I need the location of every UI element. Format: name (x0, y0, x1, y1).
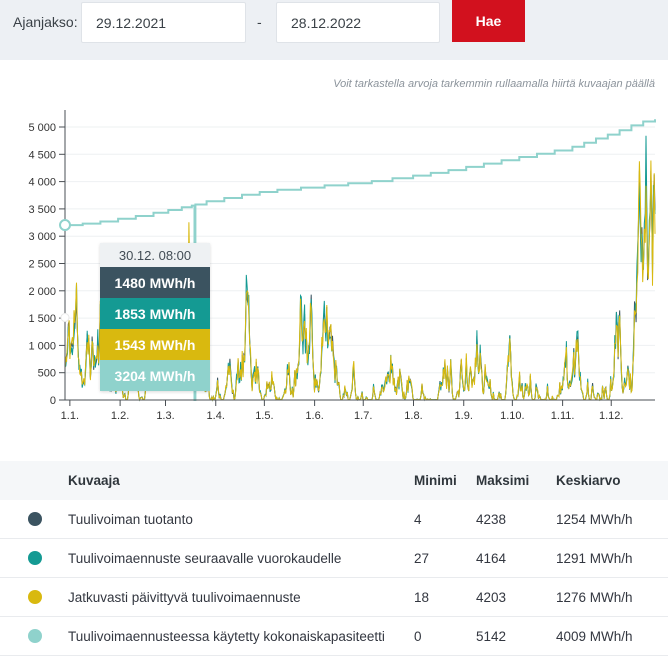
svg-text:1.11.: 1.11. (551, 410, 575, 422)
series-label: Tuulivoiman tuotanto (68, 512, 414, 527)
table-row: Jatkuvasti päivittyvä tuulivoimaennuste … (0, 578, 668, 617)
series-min: 27 (414, 551, 476, 566)
series-max: 4238 (476, 512, 556, 527)
end-date-input[interactable] (276, 2, 440, 43)
period-toolbar: Ajanjakso: - Hae (0, 0, 668, 60)
svg-text:3 000: 3 000 (28, 231, 56, 243)
svg-text:1.4.: 1.4. (207, 410, 225, 422)
table-row: Tuulivoiman tuotanto 4 4238 1254 MWh/h (0, 500, 668, 539)
start-date-input[interactable] (81, 2, 246, 43)
series-color-dot (28, 590, 42, 604)
svg-text:1.6.: 1.6. (305, 410, 323, 422)
series-min: 4 (414, 512, 476, 527)
series-label: Tuulivoimaennusteessa käytetty kokonaisk… (68, 629, 414, 644)
series-label: Jatkuvasti päivittyvä tuulivoimaennuste (68, 590, 414, 605)
svg-text:1.10.: 1.10. (500, 410, 524, 422)
svg-text:1.3.: 1.3. (156, 410, 174, 422)
tooltip-timestamp: 30.12. 08:00 (100, 243, 210, 267)
series-max: 4203 (476, 590, 556, 605)
svg-text:1.9.: 1.9. (455, 410, 473, 422)
series-avg: 1291 MWh/h (556, 551, 668, 566)
series-color-dot (28, 629, 42, 643)
series-avg: 1254 MWh/h (556, 512, 668, 527)
svg-text:1.5.: 1.5. (255, 410, 273, 422)
svg-text:500: 500 (38, 368, 56, 380)
tooltip-value-capacity: 3204 MWh/h (100, 360, 210, 391)
series-min: 18 (414, 590, 476, 605)
tooltip-value-forecast-updated: 1543 MWh/h (100, 329, 210, 360)
svg-text:3 500: 3 500 (28, 204, 56, 216)
svg-text:1 500: 1 500 (28, 313, 56, 325)
svg-text:2 500: 2 500 (28, 259, 56, 271)
series-stats-table: Kuvaaja Minimi Maksimi Keskiarvo Tuulivo… (0, 461, 668, 656)
stats-header-min: Minimi (414, 473, 476, 488)
svg-text:1.7.: 1.7. (354, 410, 372, 422)
series-label: Tuulivoimaennuste seuraavalle vuorokaude… (68, 551, 414, 566)
chart-tooltip: 30.12. 08:00 1480 MWh/h 1853 MWh/h 1543 … (100, 243, 210, 391)
svg-text:5 000: 5 000 (28, 122, 56, 134)
series-max: 5142 (476, 629, 556, 644)
stats-header-kuvaaja: Kuvaaja (68, 473, 414, 488)
svg-text:1.1.: 1.1. (61, 410, 79, 422)
period-label: Ajanjakso: (13, 14, 78, 30)
stats-header-avg: Keskiarvo (556, 473, 668, 488)
svg-text:1 000: 1 000 (28, 340, 56, 352)
svg-text:4 500: 4 500 (28, 149, 56, 161)
search-button[interactable]: Hae (452, 0, 525, 42)
table-row: Tuulivoimaennuste seuraavalle vuorokaude… (0, 539, 668, 578)
svg-text:0: 0 (50, 395, 56, 407)
tooltip-value-forecast-day: 1853 MWh/h (100, 298, 210, 329)
svg-text:1.8.: 1.8. (404, 410, 422, 422)
svg-text:4 000: 4 000 (28, 177, 56, 189)
series-color-dot (28, 551, 42, 565)
tooltip-value-production: 1480 MWh/h (100, 267, 210, 298)
stats-header-max: Maksimi (476, 473, 556, 488)
series-max: 4164 (476, 551, 556, 566)
series-avg: 1276 MWh/h (556, 590, 668, 605)
series-min: 0 (414, 629, 476, 644)
series-color-dot (28, 512, 42, 526)
series-avg: 4009 MWh/h (556, 629, 668, 644)
stats-header-row: Kuvaaja Minimi Maksimi Keskiarvo (0, 461, 668, 500)
table-row: Tuulivoimaennusteessa käytetty kokonaisk… (0, 617, 668, 656)
date-separator: - (257, 14, 262, 30)
svg-text:1.12.: 1.12. (599, 410, 623, 422)
svg-text:2 000: 2 000 (28, 286, 56, 298)
svg-text:1.2.: 1.2. (111, 410, 129, 422)
